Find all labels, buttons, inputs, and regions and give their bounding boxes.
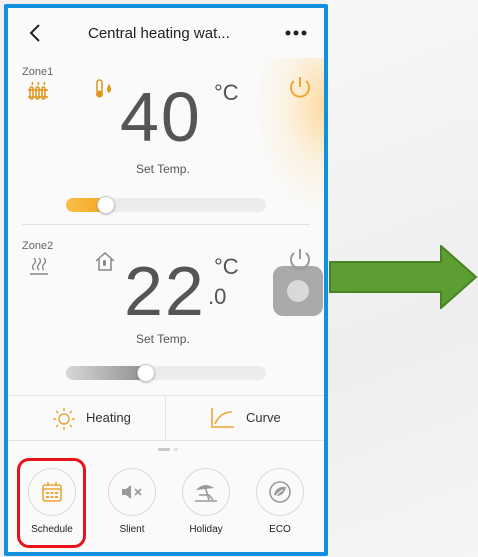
holiday-button-circle	[182, 468, 230, 516]
water-temperature-icon	[96, 79, 111, 98]
floating-power-overlay[interactable]	[273, 266, 323, 316]
house-temperature-icon	[95, 251, 115, 271]
zone-divider	[22, 224, 310, 225]
zone1-slider-handle[interactable]	[97, 196, 115, 214]
zone2-slider-handle[interactable]	[137, 364, 155, 382]
mode-tabs: Heating Curve	[8, 395, 324, 441]
zone1-unit: °C	[214, 80, 239, 105]
speaker-mute-icon	[122, 485, 142, 499]
tab-heating[interactable]: Heating	[8, 396, 166, 440]
holiday-button-label: Holiday	[189, 524, 223, 535]
zone2-unit: °C	[214, 254, 239, 279]
zone1-label: Zone1	[22, 66, 54, 78]
curve-chart-icon	[211, 408, 234, 428]
floating-power-dot	[287, 280, 309, 302]
app-header: Central heating wat...	[8, 8, 324, 58]
page-dot	[174, 448, 178, 451]
eco-button-label: ECO	[269, 524, 291, 535]
beach-umbrella-icon	[195, 484, 217, 502]
holiday-button[interactable]: Holiday	[178, 468, 234, 548]
zone2-set-temp-label: Set Temp.	[136, 332, 190, 346]
silent-button-circle	[108, 468, 156, 516]
zone1-panel: Zone1 40 °C Set Temp.	[8, 58, 324, 226]
tab-curve[interactable]: Curve	[166, 396, 324, 440]
schedule-highlight-box	[17, 458, 86, 548]
silent-button[interactable]: Slient	[104, 468, 160, 548]
back-arrow-icon[interactable]	[26, 22, 46, 44]
eco-button[interactable]: ECO	[252, 468, 308, 548]
zone2-temperature: 22	[124, 252, 206, 330]
zone2-label: Zone2	[22, 240, 54, 252]
page-dot-active	[158, 448, 170, 451]
page-title: Central heating wat...	[88, 25, 230, 42]
more-options-icon[interactable]	[284, 28, 308, 38]
eco-leaf-icon	[269, 481, 291, 503]
green-arrow-icon	[329, 245, 478, 309]
zone2-decimal: .0	[208, 284, 227, 309]
eco-button-circle	[256, 468, 304, 516]
zone1-power-icon[interactable]	[287, 74, 313, 102]
floor-heating-icon	[30, 257, 48, 275]
tab-curve-label: Curve	[246, 410, 281, 425]
silent-button-label: Slient	[119, 524, 145, 535]
zone2-slider-fill	[66, 366, 146, 380]
zone1-temperature: 40	[120, 78, 202, 156]
sun-icon	[53, 408, 75, 430]
phone-screen: Central heating wat... Zone1 40 °C Set T…	[4, 4, 328, 556]
zone1-set-temp-label: Set Temp.	[136, 162, 190, 176]
zone1-temp-slider[interactable]	[66, 196, 266, 214]
zone2-temp-slider[interactable]	[66, 364, 266, 382]
radiator-icon	[28, 82, 48, 100]
tab-heating-label: Heating	[86, 410, 131, 425]
